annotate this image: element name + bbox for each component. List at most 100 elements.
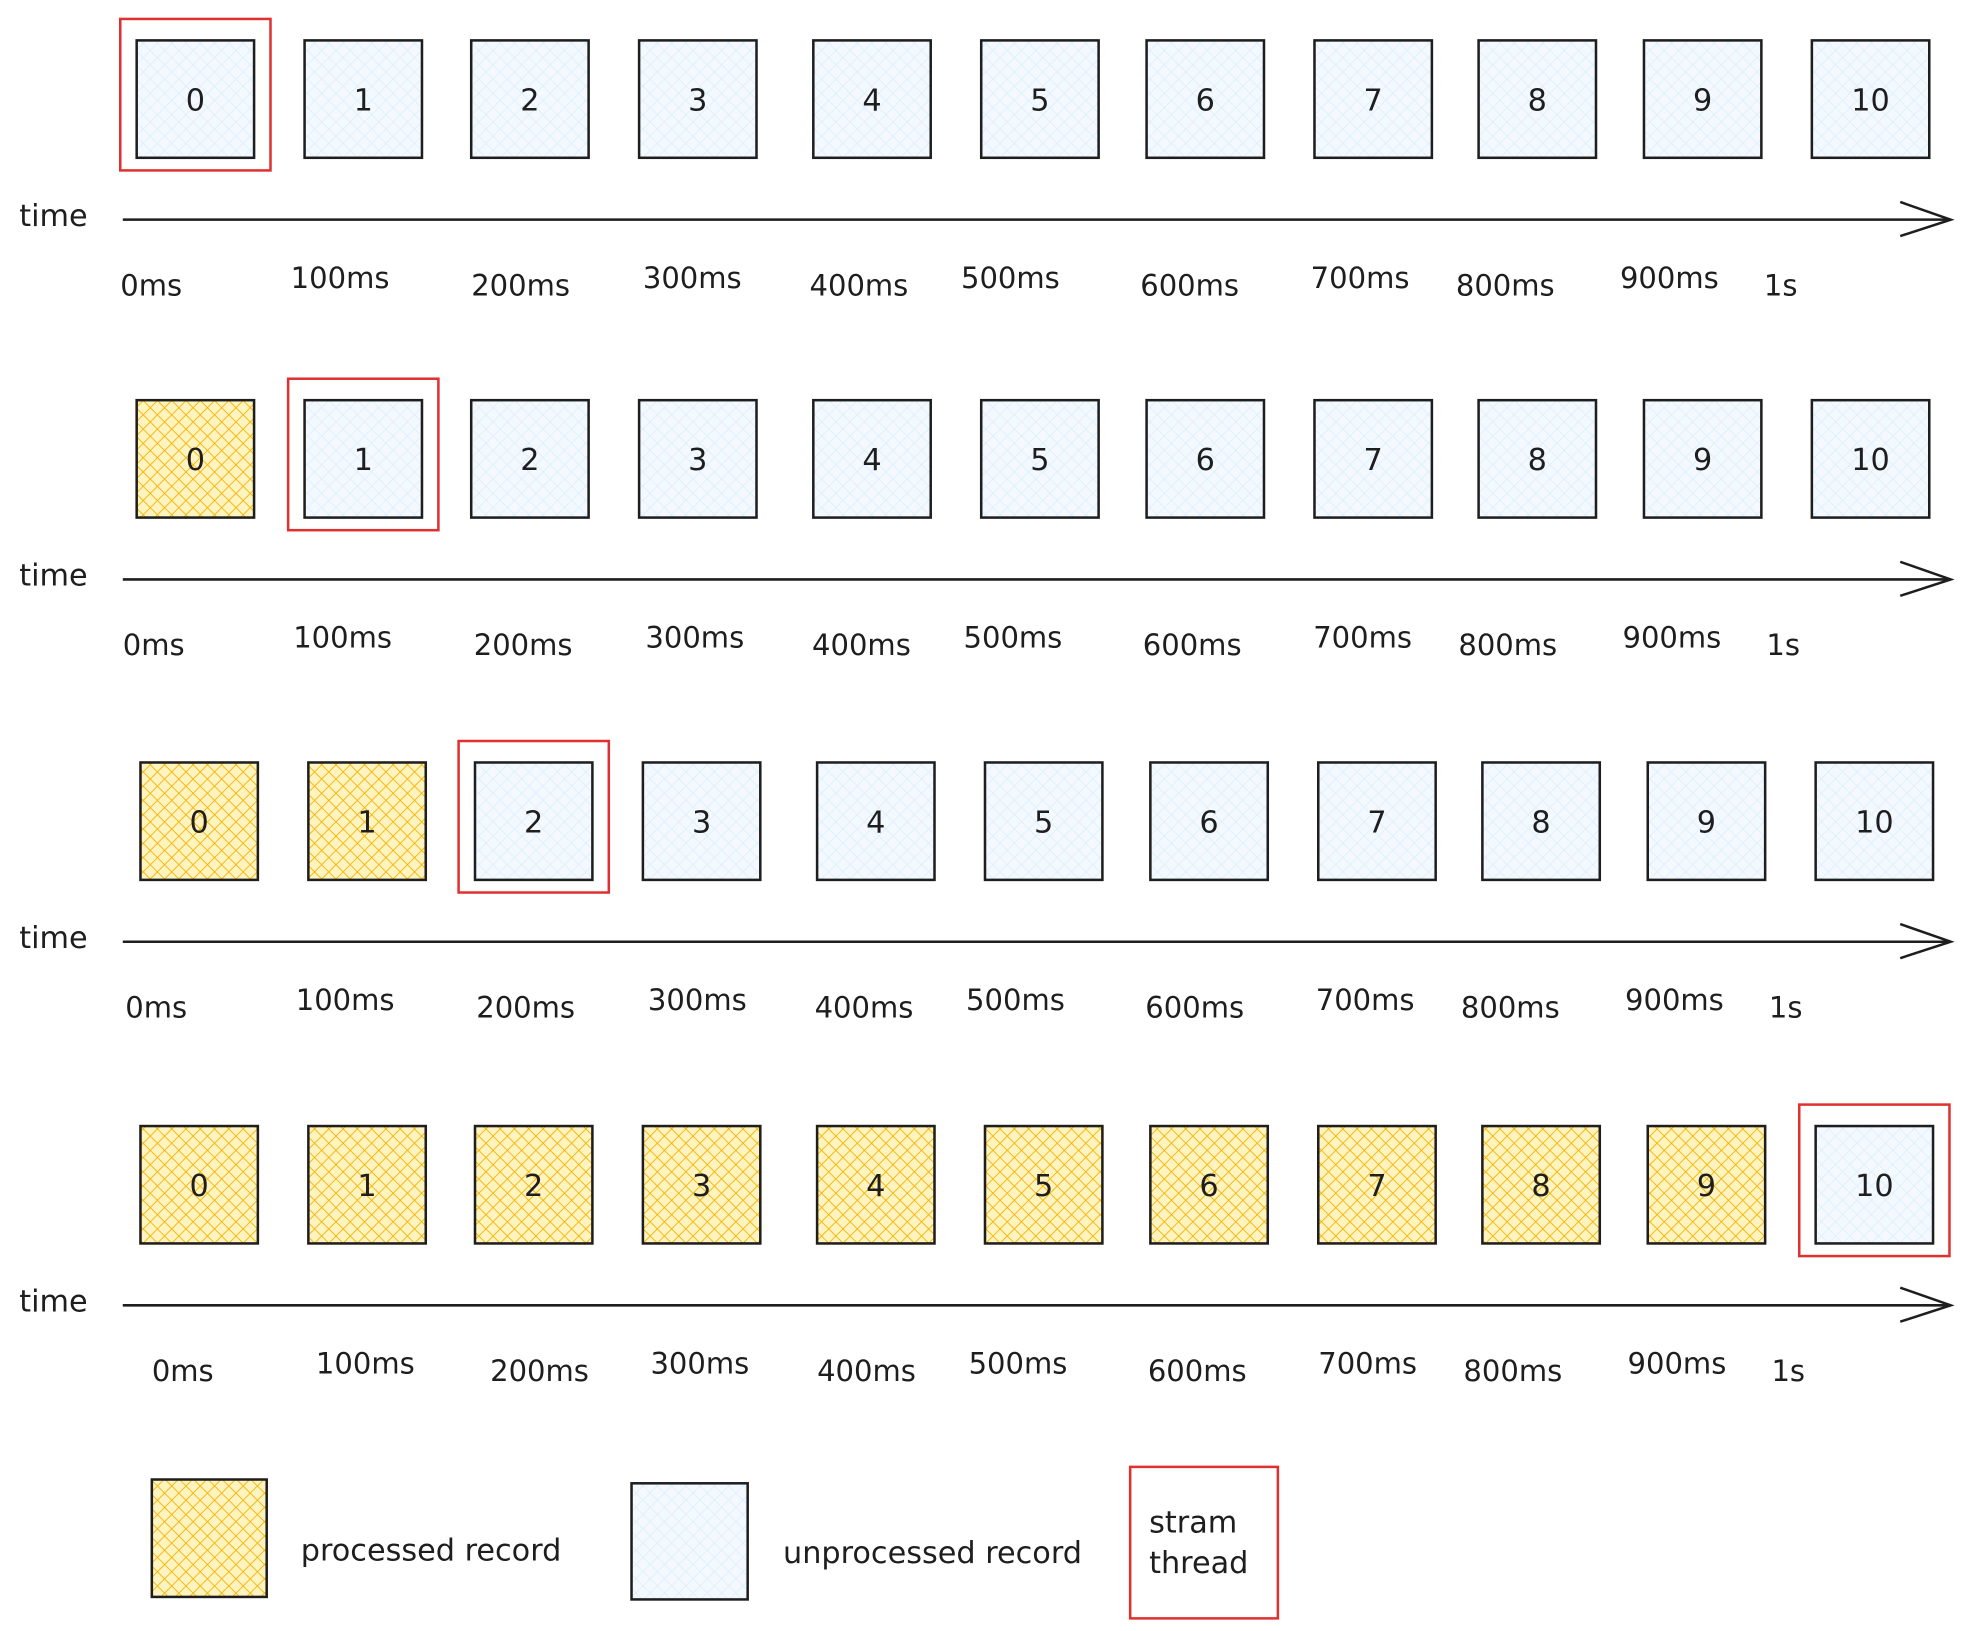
record-number: 8 bbox=[1531, 806, 1550, 841]
time-tick-label: 1s bbox=[1764, 268, 1798, 302]
legend-thread-label-line2: thread bbox=[1149, 1546, 1248, 1581]
time-tick-label: 700ms bbox=[1311, 261, 1410, 295]
time-tick-label: 300ms bbox=[643, 261, 742, 295]
time-label: time bbox=[19, 921, 87, 956]
time-tick-label: 100ms bbox=[316, 1346, 415, 1380]
record-number: 1 bbox=[357, 806, 376, 841]
time-tick-label: 300ms bbox=[645, 621, 744, 655]
time-tick-label: 100ms bbox=[296, 983, 395, 1017]
record-number: 4 bbox=[862, 83, 881, 118]
record-number: 3 bbox=[688, 443, 707, 478]
legend-thread-box bbox=[1128, 1465, 1280, 1620]
time-tick-label: 900ms bbox=[1623, 621, 1722, 655]
record-number: 2 bbox=[524, 1169, 543, 1204]
record-number: 8 bbox=[1528, 443, 1547, 478]
time-tick-label: 400ms bbox=[812, 628, 911, 662]
timeline-row-1: 0 1 2 3 4 5 6 7 8 9 10 time 0ms 100ms 200ms 300ms 400ms 5… bbox=[19, 377, 1955, 662]
record-number: 6 bbox=[1196, 83, 1215, 118]
record-number: 9 bbox=[1693, 443, 1712, 478]
timeline-row-3: 0 1 2 3 4 5 6 7 8 9 10 time 0ms 100ms 200ms 300ms 400ms 5… bbox=[19, 1103, 1955, 1388]
record-number: 6 bbox=[1199, 806, 1218, 841]
time-tick-label: 0ms bbox=[120, 268, 182, 302]
time-tick-label: 900ms bbox=[1620, 261, 1719, 295]
record-number: 10 bbox=[1855, 806, 1894, 841]
time-tick-label: 100ms bbox=[291, 261, 390, 295]
time-label: time bbox=[19, 1285, 87, 1320]
time-tick-label: 200ms bbox=[471, 268, 570, 302]
timeline-row-0: 0 1 2 3 4 5 6 7 8 9 10 time 0ms 100ms 200ms 300ms 400ms 5… bbox=[19, 17, 1955, 302]
legend-processed-label: processed record bbox=[301, 1533, 562, 1568]
record-number: 9 bbox=[1693, 83, 1712, 118]
time-tick-label: 300ms bbox=[648, 983, 747, 1017]
time-tick-label: 700ms bbox=[1313, 621, 1412, 655]
record-number: 6 bbox=[1199, 1169, 1218, 1204]
record-number: 4 bbox=[866, 1169, 885, 1204]
record-number: 1 bbox=[357, 1169, 376, 1204]
time-tick-label: 300ms bbox=[650, 1346, 749, 1380]
time-tick-label: 1s bbox=[1771, 1354, 1805, 1388]
time-tick-label: 500ms bbox=[961, 261, 1060, 295]
time-tick-label: 0ms bbox=[123, 628, 185, 662]
time-tick-label: 500ms bbox=[966, 983, 1065, 1017]
time-tick-label: 200ms bbox=[476, 990, 575, 1024]
time-tick-label: 0ms bbox=[125, 990, 187, 1024]
record-number: 7 bbox=[1364, 83, 1383, 118]
time-tick-label: 400ms bbox=[810, 268, 909, 302]
record-number: 0 bbox=[186, 443, 205, 478]
record-number: 7 bbox=[1367, 1169, 1386, 1204]
record-number: 7 bbox=[1364, 443, 1383, 478]
record-number: 1 bbox=[354, 83, 373, 118]
record-number: 2 bbox=[524, 806, 543, 841]
time-tick-label: 1s bbox=[1766, 628, 1800, 662]
stream-diagram: 0 1 2 3 4 5 6 7 8 9 10time0ms 100ms 200ms 300ms 400ms 5… bbox=[19, 17, 1955, 1620]
time-tick-label: 800ms bbox=[1456, 268, 1555, 302]
record-number: 0 bbox=[186, 83, 205, 118]
record-number: 8 bbox=[1528, 83, 1547, 118]
record-number: 2 bbox=[520, 83, 539, 118]
record-number: 5 bbox=[1034, 806, 1053, 841]
time-tick-label: 400ms bbox=[817, 1354, 916, 1388]
legend: processed record unprocessed record stra… bbox=[150, 1465, 1280, 1620]
time-tick-label: 900ms bbox=[1628, 1346, 1727, 1380]
record-number: 0 bbox=[190, 1169, 209, 1204]
time-tick-label: 800ms bbox=[1463, 1354, 1562, 1388]
record-number: 1 bbox=[354, 443, 373, 478]
record-number: 10 bbox=[1851, 443, 1890, 478]
time-tick-label: 700ms bbox=[1316, 983, 1415, 1017]
legend-thread-label-line1: stram bbox=[1149, 1506, 1237, 1541]
record-number: 3 bbox=[688, 83, 707, 118]
record-number: 10 bbox=[1855, 1169, 1894, 1204]
record-number: 9 bbox=[1697, 806, 1716, 841]
time-tick-label: 0ms bbox=[152, 1354, 214, 1388]
time-tick-label: 1s bbox=[1769, 990, 1803, 1024]
record-number: 2 bbox=[520, 443, 539, 478]
record-number: 4 bbox=[866, 806, 885, 841]
record-number: 9 bbox=[1697, 1169, 1716, 1204]
timeline-row-2: 0 1 2 3 4 5 6 7 8 9 10 time 0ms 100ms 200ms 300ms 400ms 5… bbox=[19, 739, 1955, 1024]
time-tick-label: 900ms bbox=[1625, 983, 1724, 1017]
record-number: 3 bbox=[692, 806, 711, 841]
time-tick-label: 700ms bbox=[1318, 1346, 1417, 1380]
time-tick-label: 600ms bbox=[1148, 1354, 1247, 1388]
record-number: 7 bbox=[1367, 806, 1386, 841]
legend-unprocessed-swatch bbox=[630, 1482, 749, 1601]
time-tick-label: 600ms bbox=[1145, 990, 1244, 1024]
time-tick-label: 100ms bbox=[293, 621, 392, 655]
record-number: 5 bbox=[1030, 83, 1049, 118]
record-number: 4 bbox=[862, 443, 881, 478]
time-tick-label: 200ms bbox=[490, 1354, 589, 1388]
legend-unprocessed-label: unprocessed record bbox=[783, 1536, 1082, 1571]
time-tick-label: 200ms bbox=[474, 628, 573, 662]
time-tick-label: 600ms bbox=[1140, 268, 1239, 302]
time-tick-label: 500ms bbox=[964, 621, 1063, 655]
record-number: 8 bbox=[1531, 1169, 1550, 1204]
record-number: 5 bbox=[1030, 443, 1049, 478]
time-label: time bbox=[19, 199, 87, 234]
time-tick-label: 800ms bbox=[1461, 990, 1560, 1024]
time-label: time bbox=[19, 559, 87, 594]
record-number: 6 bbox=[1196, 443, 1215, 478]
record-number: 3 bbox=[692, 1169, 711, 1204]
time-tick-label: 500ms bbox=[969, 1346, 1068, 1380]
record-number: 10 bbox=[1851, 83, 1890, 118]
time-tick-label: 400ms bbox=[815, 990, 914, 1024]
